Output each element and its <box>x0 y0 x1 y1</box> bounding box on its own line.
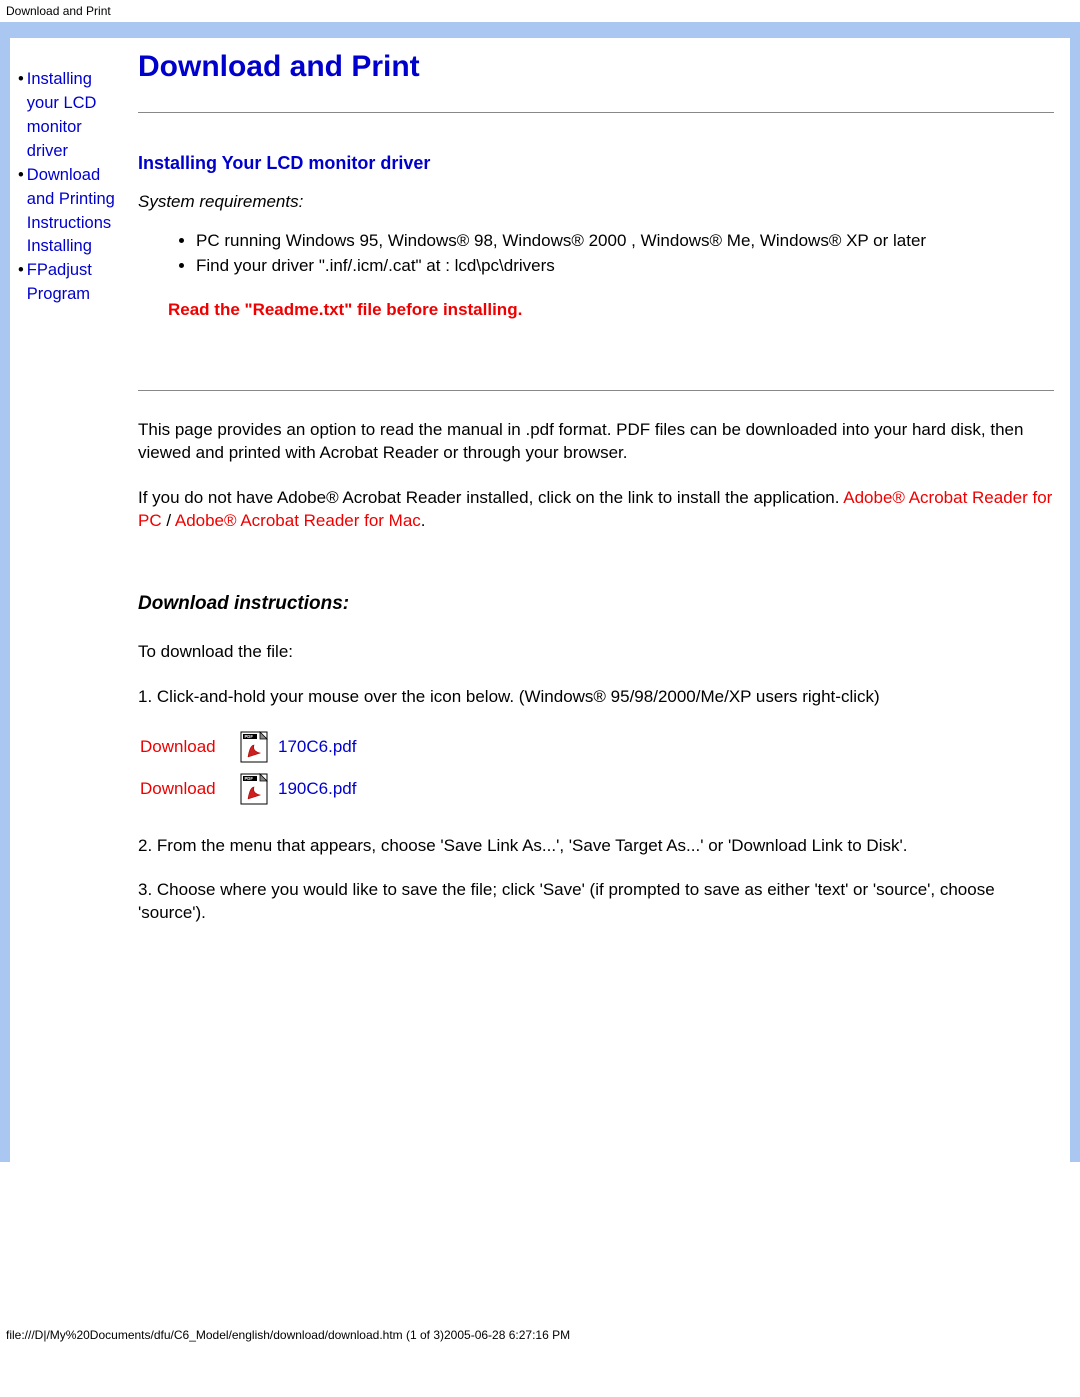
para2-pretext: If you do not have Adobe® Acrobat Reader… <box>138 488 843 507</box>
divider <box>138 390 1054 391</box>
intro-paragraph-1: This page provides an option to read the… <box>138 419 1054 465</box>
pdf-link-190c6[interactable]: 190C6.pdf <box>278 779 356 799</box>
slash-separator: / <box>162 511 175 530</box>
section-heading-install: Installing Your LCD monitor driver <box>138 153 1054 174</box>
footer-file-path: file:///D|/My%20Documents/dfu/C6_Model/e… <box>0 1322 1080 1350</box>
browser-header-text: Download and Print <box>0 0 1080 22</box>
download-row: Download PDF 170C6.pdf <box>140 731 1054 763</box>
svg-text:PDF: PDF <box>245 776 254 781</box>
download-step-1: 1. Click-and-hold your mouse over the ic… <box>138 686 1054 709</box>
divider <box>138 112 1054 113</box>
sidebar-link-install-driver[interactable]: Installing your LCD monitor driver <box>27 68 124 164</box>
pdf-icon[interactable]: PDF <box>240 731 268 763</box>
acrobat-mac-link[interactable]: Adobe® Acrobat Reader for Mac <box>175 511 421 530</box>
download-instructions-heading: Download instructions: <box>138 593 1054 615</box>
intro-paragraph-2: If you do not have Adobe® Acrobat Reader… <box>138 487 1054 533</box>
requirement-item: PC running Windows 95, Windows® 98, Wind… <box>196 230 1054 253</box>
sidebar-item-download-print: • Download and Printing Instructions Ins… <box>18 164 124 260</box>
sidebar-link-download-print[interactable]: Download and Printing Instructions Insta… <box>27 164 124 260</box>
pdf-link-170c6[interactable]: 170C6.pdf <box>278 737 356 757</box>
download-label: Download <box>140 737 240 757</box>
system-requirements-label: System requirements: <box>138 192 1054 212</box>
pdf-icon[interactable]: PDF <box>240 773 268 805</box>
period: . <box>421 511 426 530</box>
sidebar-item-fpadjust: • FPadjust Program <box>18 259 124 307</box>
requirement-item: Find your driver ".inf/.icm/.cat" at : l… <box>196 255 1054 278</box>
sidebar-item-install-driver: • Installing your LCD monitor driver <box>18 68 124 164</box>
download-intro: To download the file: <box>138 641 1054 664</box>
download-table: Download PDF 170C6.pdf Download <box>138 731 1054 805</box>
readme-warning: Read the "Readme.txt" file before instal… <box>138 300 1054 320</box>
download-label: Download <box>140 779 240 799</box>
page-frame: • Installing your LCD monitor driver • D… <box>0 22 1080 1162</box>
download-step-2: 2. From the menu that appears, choose 'S… <box>138 835 1054 858</box>
content-wrapper: • Installing your LCD monitor driver • D… <box>10 36 1070 1162</box>
download-step-3: 3. Choose where you would like to save t… <box>138 879 1054 925</box>
sidebar-nav: • Installing your LCD monitor driver • D… <box>10 38 128 1162</box>
sidebar-link-fpadjust[interactable]: FPadjust Program <box>27 259 124 307</box>
download-row: Download PDF 190C6.pdf <box>140 773 1054 805</box>
svg-text:PDF: PDF <box>245 734 254 739</box>
bullet-icon: • <box>18 164 24 188</box>
bullet-icon: • <box>18 259 24 283</box>
requirements-list: PC running Windows 95, Windows® 98, Wind… <box>196 230 1054 278</box>
main-content: Download and Print Installing Your LCD m… <box>128 38 1070 1162</box>
bullet-icon: • <box>18 68 24 92</box>
page-title: Download and Print <box>138 50 1054 84</box>
